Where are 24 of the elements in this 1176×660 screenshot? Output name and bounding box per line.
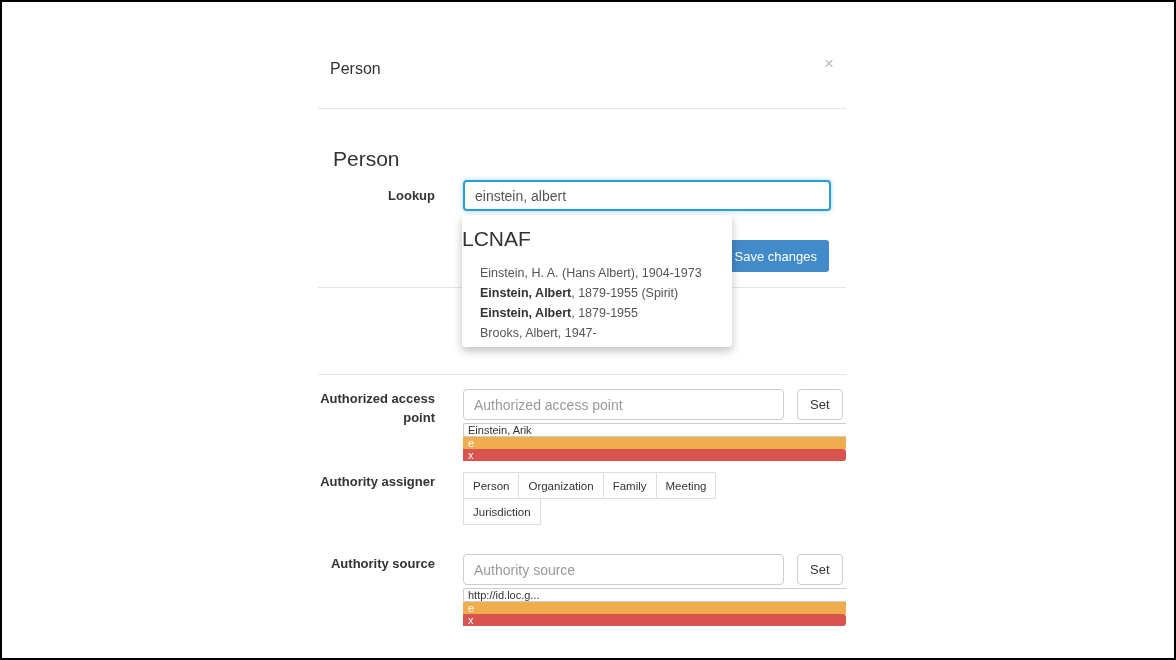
text-field[interactable]: Authority source xyxy=(463,554,784,585)
text-field[interactable]: Authorized access point xyxy=(463,389,784,420)
set-button[interactable]: Set xyxy=(797,389,843,420)
assigner-option[interactable]: Jurisdiction xyxy=(463,498,541,525)
form-heading: Person xyxy=(333,147,401,171)
remove-tag-button[interactable]: x xyxy=(463,614,846,626)
assigner-option[interactable]: Meeting xyxy=(655,472,717,499)
dropdown-heading: LCNAF xyxy=(462,227,531,251)
remove-tag-button[interactable]: x xyxy=(463,449,846,461)
field-label: Authority assigner xyxy=(319,473,436,491)
suggestion-item[interactable]: Einstein, Albert, 1879-1955 (Spirit) xyxy=(462,283,732,303)
field-label: Authorized access point xyxy=(319,390,436,427)
lookup-field[interactable]: einstein, albert xyxy=(463,180,831,211)
suggestion-item[interactable]: Brooks, Albert, 1947- xyxy=(462,323,732,343)
set-button[interactable]: Set xyxy=(797,554,843,585)
modal-title: Person xyxy=(330,60,381,78)
tag-label: Einstein, Arik xyxy=(463,423,846,437)
assigner-option[interactable]: Family xyxy=(602,472,657,499)
field-label: Authority source xyxy=(330,555,436,573)
assigner-option[interactable]: Person xyxy=(463,472,520,499)
tag-label: http://id.loc.g... xyxy=(463,588,846,602)
assigner-option[interactable]: Organization xyxy=(518,472,604,499)
field-label: Lookup xyxy=(387,187,436,205)
suggestion-item[interactable]: Einstein, Albert, 1879-1955 xyxy=(462,303,732,323)
